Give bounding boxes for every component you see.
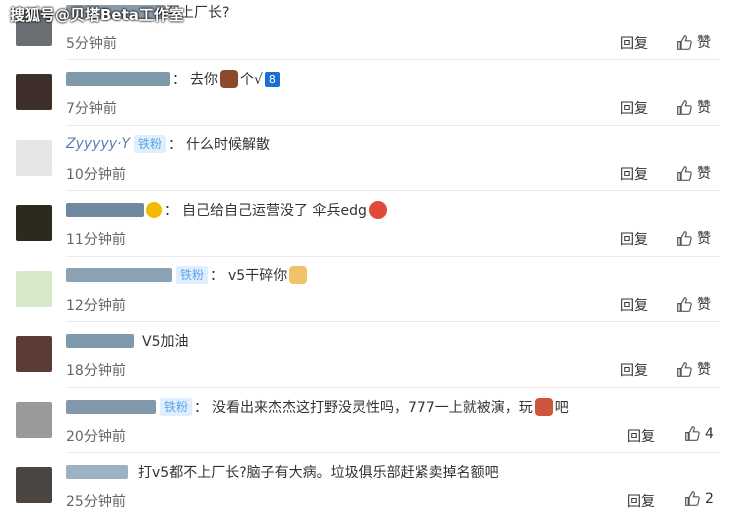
comment-time: 7分钟前 — [66, 101, 117, 117]
divider — [66, 190, 720, 191]
comment-time: 11分钟前 — [66, 232, 126, 248]
comment-text-2: 个√ — [240, 72, 263, 88]
comment-time: 25分钟前 — [66, 494, 126, 510]
reply-button[interactable]: 回复 — [620, 229, 648, 249]
comment-text: v5干碎你 — [228, 268, 288, 284]
reply-button[interactable]: 回复 — [620, 98, 648, 118]
thumbs-up-emoji-icon — [289, 266, 308, 284]
comment-line: 铁粉 ： 没看出来杰杰这打野没灵性吗，777一上就被演，玩 吧 — [66, 397, 569, 417]
reply-button[interactable]: 回复 — [620, 360, 648, 380]
thumbs-up-icon — [677, 361, 692, 377]
comment-time: 10分钟前 — [66, 167, 126, 183]
comment-line: ： 自己给自己运营没了 伞兵edg — [66, 200, 387, 220]
like-count: 2 — [705, 490, 714, 507]
like-count: 4 — [705, 425, 714, 442]
thumbs-up-icon — [685, 426, 700, 441]
vip-badge-icon — [146, 202, 162, 218]
comment-time: 18分钟前 — [66, 363, 126, 379]
fan-badge: 铁粉 — [176, 266, 209, 284]
like-button[interactable]: 赞 — [676, 294, 711, 314]
thumbs-up-icon — [677, 296, 692, 312]
like-label: 赞 — [697, 166, 711, 182]
like-label: 赞 — [697, 35, 711, 51]
comment-text: V5加油 — [142, 334, 189, 350]
rooster-emoji-icon — [534, 398, 553, 416]
comment-time: 20分钟前 — [66, 429, 126, 445]
username[interactable] — [66, 465, 128, 479]
like-button[interactable]: 赞 — [676, 163, 711, 183]
avatar[interactable] — [16, 402, 52, 438]
like-button[interactable]: 赞 — [676, 359, 711, 379]
fan-badge: 铁粉 — [160, 398, 193, 416]
like-label: 赞 — [697, 100, 711, 116]
comment-text: 没看出来杰杰这打野没灵性吗，777一上就被演，玩 — [212, 400, 533, 416]
horse-emoji-icon — [220, 70, 238, 88]
like-button[interactable]: 2 — [684, 490, 714, 507]
divider — [66, 125, 720, 126]
thumbs-up-icon — [685, 491, 700, 506]
reply-button[interactable]: 回复 — [627, 491, 655, 511]
username[interactable] — [66, 334, 134, 348]
reply-button[interactable]: 回复 — [620, 33, 648, 53]
thumbs-up-icon — [677, 165, 692, 181]
avatar[interactable] — [16, 74, 52, 110]
thumbs-up-icon — [677, 34, 692, 50]
divider — [66, 387, 720, 388]
like-button[interactable]: 赞 — [676, 97, 711, 117]
username[interactable] — [66, 400, 156, 414]
like-button[interactable]: 4 — [684, 425, 714, 442]
username[interactable] — [66, 268, 172, 282]
comment-line: 铁粉 ： v5干碎你 — [66, 265, 308, 285]
divider — [66, 452, 720, 453]
number-badge: 8 — [264, 71, 280, 87]
fan-badge: 铁粉 — [134, 135, 167, 153]
comment-line: V5加油 — [66, 331, 188, 351]
reply-button[interactable]: 回复 — [627, 426, 655, 446]
avatar[interactable] — [16, 336, 52, 372]
divider — [66, 321, 720, 322]
comment-line: ： 去你 个√ 8 — [66, 69, 280, 89]
username[interactable] — [66, 72, 170, 86]
like-button[interactable]: 赞 — [676, 228, 711, 248]
watermark: 搜狐号@贝塔Beta工作室 — [10, 6, 184, 24]
comment-text: 打v5都不上厂长?脑子有大病。垃圾俱乐部赶紧卖掉名额吧 — [138, 465, 499, 481]
comment-time: 12分钟前 — [66, 298, 126, 314]
like-label: 赞 — [697, 231, 711, 247]
divider — [66, 256, 720, 257]
comment-line: Zyyyyy·Y 铁粉 ： 什么时候解散 — [66, 135, 271, 153]
thumbs-up-icon — [677, 99, 692, 115]
comment-text: 自己给自己运营没了 伞兵edg — [182, 203, 367, 219]
like-button[interactable]: 赞 — [676, 32, 711, 52]
avatar[interactable] — [16, 467, 52, 503]
comment-time: 5分钟前 — [66, 36, 117, 52]
comment-text: 什么时候解散 — [186, 137, 271, 153]
reply-button[interactable]: 回复 — [620, 164, 648, 184]
comment-text: 去你 — [190, 72, 218, 88]
reply-button[interactable]: 回复 — [620, 295, 648, 315]
comment-text-2: 吧 — [554, 400, 569, 416]
comment-line: 打v5都不上厂长?脑子有大病。垃圾俱乐部赶紧卖掉名额吧 — [66, 462, 499, 482]
username[interactable] — [66, 203, 144, 217]
like-label: 赞 — [697, 297, 711, 313]
avatar[interactable] — [16, 271, 52, 307]
angry-emoji-icon — [368, 201, 387, 219]
avatar[interactable] — [16, 140, 52, 176]
like-label: 赞 — [697, 362, 711, 378]
avatar[interactable] — [16, 205, 52, 241]
username[interactable]: Zyyyyy·Y — [66, 136, 130, 152]
divider — [66, 59, 720, 60]
thumbs-up-icon — [677, 230, 692, 246]
